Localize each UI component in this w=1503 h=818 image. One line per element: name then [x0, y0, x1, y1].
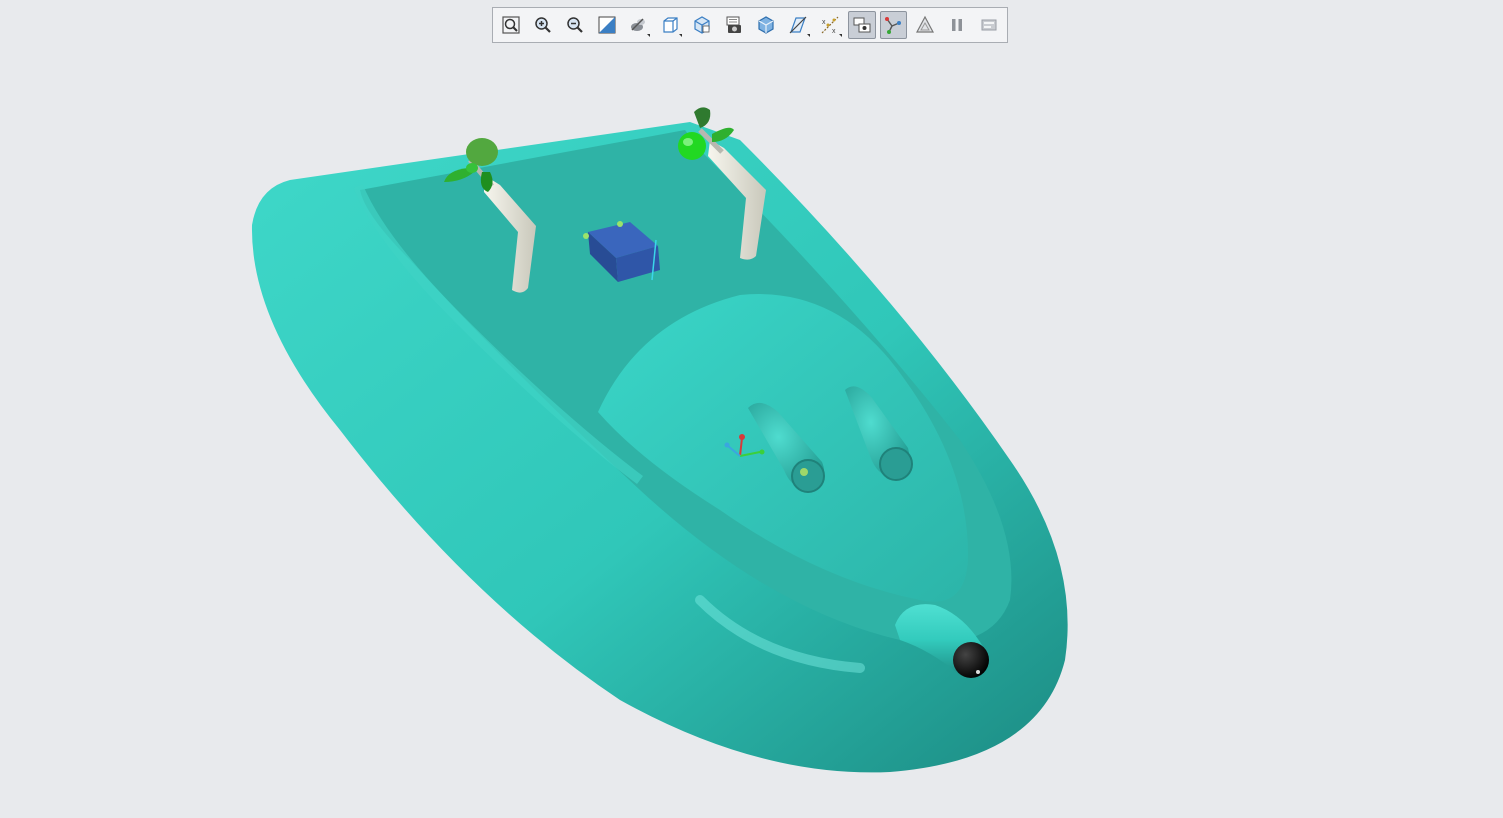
appearance-button[interactable] [911, 11, 939, 39]
view-toolbar: x x [492, 7, 1008, 43]
annotation-icon [981, 19, 997, 31]
zoom-in-icon [535, 17, 551, 33]
datum-display-button[interactable] [784, 11, 812, 39]
annotation-display-button[interactable]: x x [816, 11, 844, 39]
appearance-icon [916, 15, 935, 33]
coordinate-system-icon [885, 17, 902, 34]
annotation-button[interactable] [975, 11, 1003, 39]
model-render[interactable] [0, 0, 1503, 818]
pause-icon [952, 19, 963, 31]
svg-text:x: x [822, 19, 826, 26]
saved-view-icon [663, 17, 678, 33]
zoom-out-icon [566, 17, 583, 33]
refit-button[interactable] [497, 11, 525, 39]
coordinate-display-button[interactable] [879, 11, 908, 39]
view-manager-button[interactable] [688, 11, 716, 39]
display-style-button[interactable] [625, 11, 653, 39]
datum-axis-icon: x x [821, 16, 839, 35]
refit-icon [502, 16, 520, 34]
perspective-button[interactable] [720, 11, 748, 39]
datum-plane-icon [789, 16, 807, 34]
spin-center-icon [853, 17, 871, 33]
display-style-icon [631, 18, 646, 31]
section-button[interactable] [752, 11, 780, 39]
repaint-icon [598, 16, 616, 34]
saved-orientations-button[interactable] [656, 11, 684, 39]
repaint-button[interactable] [593, 11, 621, 39]
spin-center-button[interactable] [847, 11, 876, 39]
3d-viewport[interactable]: x x [0, 0, 1503, 818]
camera-icon [726, 16, 742, 33]
svg-text:x: x [832, 28, 836, 35]
zoom-in-button[interactable] [529, 11, 557, 39]
section-icon [758, 16, 774, 34]
pause-button[interactable] [943, 11, 971, 39]
view-manager-icon [694, 16, 710, 34]
zoom-out-button[interactable] [561, 11, 589, 39]
